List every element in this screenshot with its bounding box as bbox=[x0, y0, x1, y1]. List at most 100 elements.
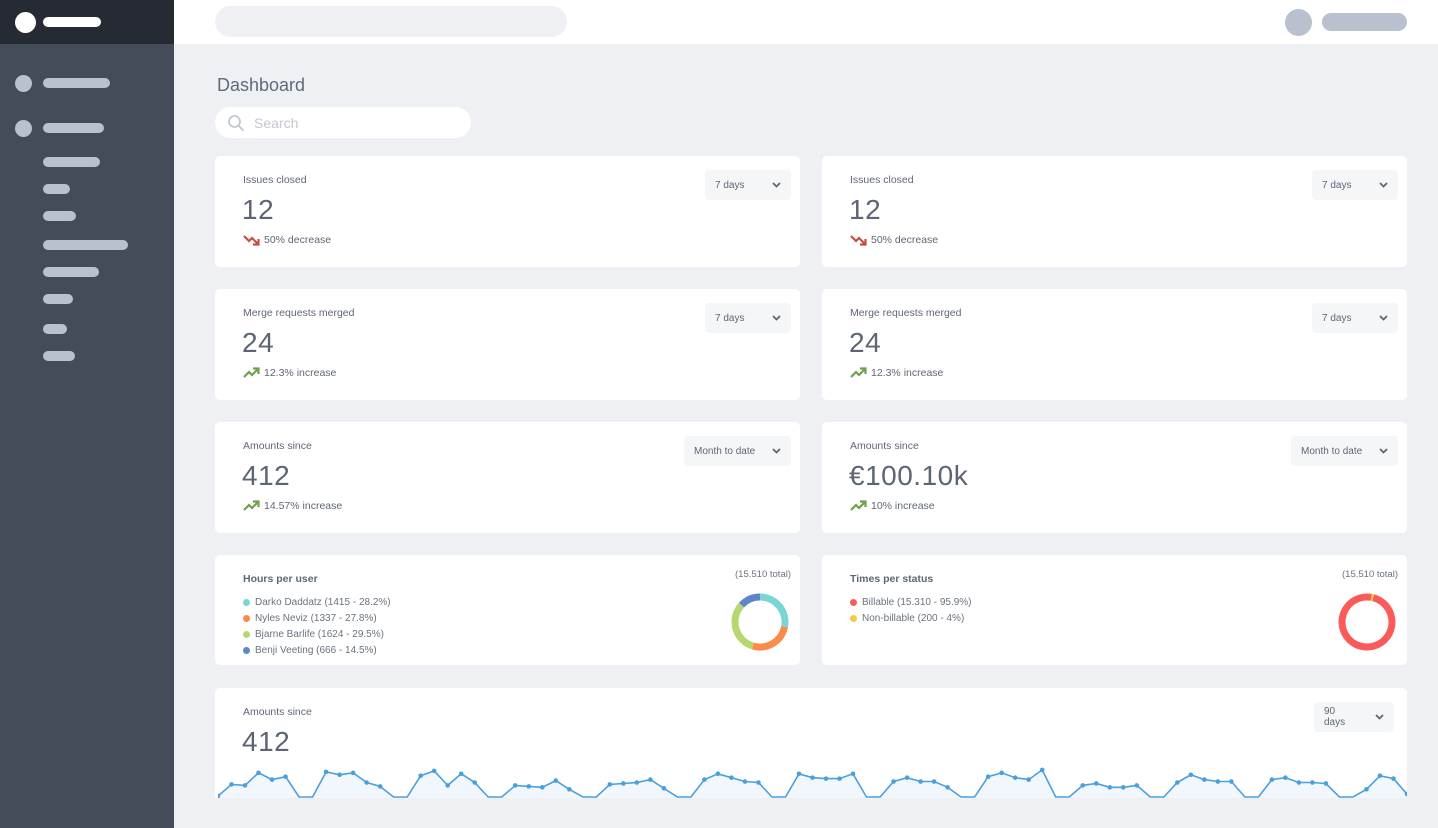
data-point bbox=[742, 779, 748, 784]
legend-label: Benji Veeting (666 - 14.5%) bbox=[255, 644, 377, 656]
data-point bbox=[458, 771, 464, 777]
trend-indicator: 12.3% increase bbox=[243, 367, 336, 379]
legend-item: Bjarne Barlife (1624 - 29.5%) bbox=[243, 626, 391, 642]
sub-nav-item[interactable] bbox=[43, 240, 128, 250]
sub-nav-item[interactable] bbox=[43, 294, 73, 304]
data-point bbox=[999, 770, 1004, 776]
donut-slice-billable bbox=[1338, 593, 1396, 651]
data-point bbox=[283, 774, 288, 779]
range-dropdown[interactable]: 7 days bbox=[1312, 303, 1398, 333]
nav-item-2-icon[interactable] bbox=[15, 120, 32, 137]
avatar[interactable] bbox=[1285, 9, 1312, 36]
data-point bbox=[1364, 786, 1369, 792]
sub-nav-item[interactable] bbox=[43, 157, 100, 167]
status-donut-chart bbox=[1338, 593, 1396, 651]
data-point bbox=[1296, 780, 1302, 785]
legend-swatch bbox=[243, 630, 250, 638]
trend-label: 12.3% increase bbox=[264, 367, 337, 379]
data-point bbox=[715, 771, 721, 777]
legend-item: Benji Veeting (666 - 14.5%) bbox=[243, 642, 391, 658]
data-point bbox=[242, 783, 248, 788]
dropdown-value: 7 days bbox=[715, 312, 745, 324]
page-title: Dashboard bbox=[217, 75, 306, 95]
sidebar-header bbox=[0, 0, 174, 44]
data-point bbox=[837, 776, 842, 781]
card-value: 12 bbox=[849, 194, 882, 225]
data-point bbox=[634, 780, 640, 785]
sub-nav-item[interactable] bbox=[43, 351, 75, 361]
legend-label: Bjarne Barlife (1624 - 29.5%) bbox=[255, 628, 384, 640]
data-point bbox=[1310, 780, 1315, 785]
card-title: Merge requests merged bbox=[850, 307, 962, 319]
legend-swatch bbox=[243, 646, 250, 654]
nav-item-2-label[interactable] bbox=[43, 123, 104, 133]
data-point bbox=[918, 779, 923, 784]
range-dropdown[interactable]: 90 days bbox=[1314, 702, 1394, 732]
data-point bbox=[796, 771, 802, 777]
data-point bbox=[526, 784, 532, 789]
data-point bbox=[1188, 772, 1194, 778]
stat-card: Amounts since €100.10k 10% increase Mont… bbox=[822, 422, 1407, 533]
card-value: 12 bbox=[242, 194, 275, 225]
card-title: Times per status bbox=[850, 573, 934, 585]
data-point bbox=[891, 779, 896, 784]
sub-nav-item[interactable] bbox=[43, 184, 70, 194]
dropdown-value: 90 days bbox=[1324, 706, 1346, 728]
trend-label: 12.3% increase bbox=[871, 367, 944, 379]
card-title: Issues closed bbox=[850, 174, 914, 186]
range-dropdown[interactable]: Month to date bbox=[1291, 436, 1398, 466]
sub-nav-item[interactable] bbox=[43, 324, 67, 334]
data-point bbox=[945, 785, 950, 790]
chevron-down-icon bbox=[756, 315, 781, 321]
search-box[interactable] bbox=[215, 107, 471, 138]
app-name-placeholder bbox=[43, 17, 101, 27]
trend-label: 50% decrease bbox=[871, 234, 939, 246]
global-search-placeholder[interactable] bbox=[215, 6, 567, 37]
trend-indicator: 10% increase bbox=[850, 500, 935, 512]
chevron-down-icon bbox=[756, 182, 781, 188]
donut-slice-benji-veeting bbox=[738, 593, 761, 608]
data-point bbox=[418, 773, 423, 779]
data-point bbox=[539, 785, 545, 790]
dropdown-value: Month to date bbox=[694, 445, 756, 457]
sub-nav-item[interactable] bbox=[43, 267, 99, 277]
legend-label: Nyles Neviz (1337 - 27.8%) bbox=[255, 612, 377, 624]
data-point bbox=[1175, 780, 1180, 785]
card-value: 412 bbox=[242, 726, 291, 757]
data-point bbox=[648, 777, 653, 782]
sub-nav-item[interactable] bbox=[43, 211, 76, 221]
range-dropdown[interactable]: 7 days bbox=[705, 303, 791, 333]
legend: Darko Daddatz (1415 - 28.2%) Nyles Neviz… bbox=[243, 594, 391, 658]
page-bottom bbox=[174, 798, 1438, 828]
data-point bbox=[1026, 777, 1031, 782]
data-point bbox=[1107, 785, 1113, 790]
user-name-placeholder[interactable] bbox=[1322, 13, 1407, 31]
card-value: €100.10k bbox=[849, 460, 969, 491]
trend-up-icon bbox=[243, 500, 260, 511]
search-input[interactable] bbox=[254, 114, 454, 131]
logo-icon[interactable] bbox=[15, 12, 36, 33]
trend-indicator: 50% decrease bbox=[243, 234, 331, 246]
card-title: Hours per user bbox=[243, 573, 318, 585]
data-point bbox=[702, 777, 707, 782]
data-point bbox=[269, 777, 275, 782]
data-point bbox=[229, 782, 234, 787]
chevron-down-icon bbox=[1363, 315, 1388, 321]
card-title: Merge requests merged bbox=[243, 307, 355, 319]
range-dropdown[interactable]: 7 days bbox=[1312, 170, 1398, 200]
range-dropdown[interactable]: 7 days bbox=[705, 170, 791, 200]
dropdown-value: Month to date bbox=[1301, 445, 1363, 457]
donut-slice-nyles-neviz bbox=[751, 625, 788, 651]
card-title: Issues closed bbox=[243, 174, 307, 186]
data-point bbox=[1269, 777, 1275, 782]
trend-indicator: 12.3% increase bbox=[850, 367, 943, 379]
range-dropdown[interactable]: Month to date bbox=[684, 436, 791, 466]
legend-label: Billable (15.310 - 95.9%) bbox=[862, 596, 972, 608]
nav-item-1-label[interactable] bbox=[43, 78, 110, 88]
card-value: 24 bbox=[242, 327, 275, 358]
nav-item-1-icon[interactable] bbox=[15, 75, 32, 92]
data-point bbox=[1120, 785, 1126, 790]
data-point bbox=[1391, 776, 1396, 781]
card-value: 24 bbox=[849, 327, 882, 358]
data-point bbox=[1080, 783, 1086, 788]
